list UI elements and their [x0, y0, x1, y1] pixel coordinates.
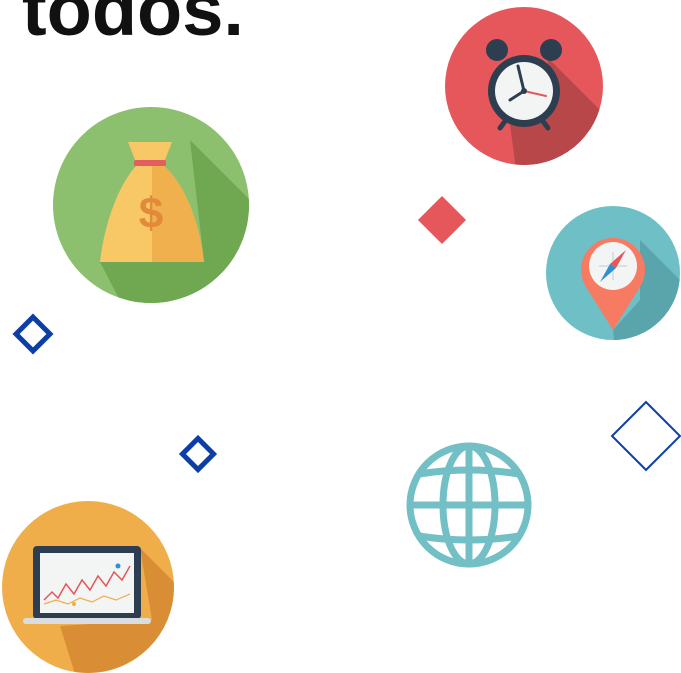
map-pin-compass-icon [546, 206, 680, 340]
laptop-chart-icon [2, 501, 174, 673]
money-bag-icon: $ [53, 107, 249, 303]
illustration-layer: $ [2, 7, 681, 673]
outline-diamond-blue [610, 400, 681, 472]
alarm-clock-icon [445, 7, 603, 165]
filled-diamond-red [417, 195, 467, 245]
outline-diamond-blue [178, 434, 218, 474]
globe-icon [406, 442, 532, 568]
outline-diamond-blue [12, 313, 54, 355]
svg-text:$: $ [139, 189, 163, 238]
slide-canvas: todos. $ [0, 0, 681, 673]
